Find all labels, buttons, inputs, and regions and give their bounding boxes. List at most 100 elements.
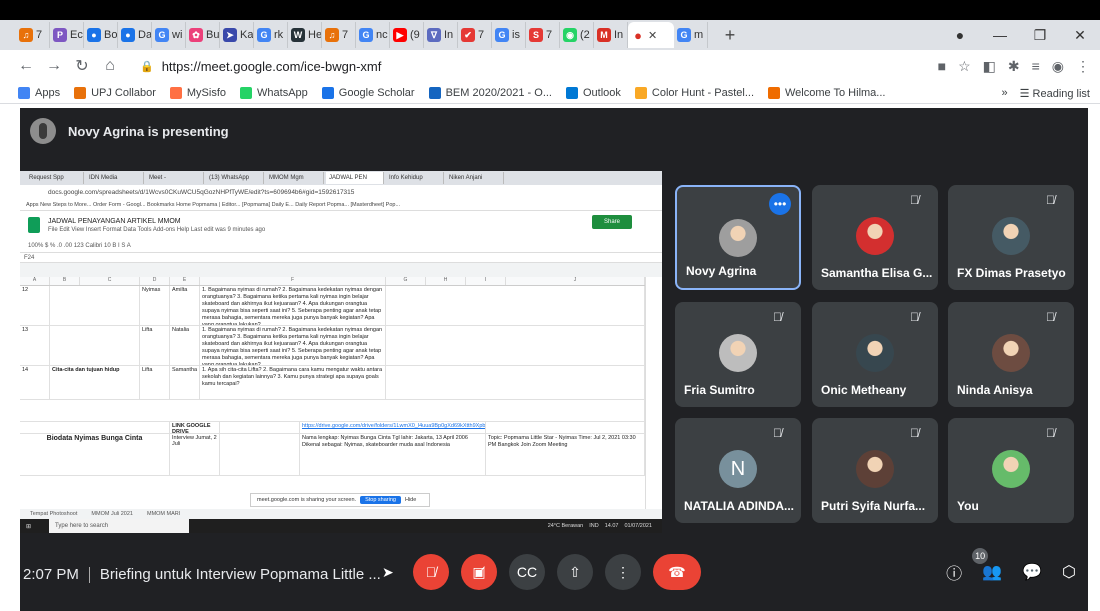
reading-mode-icon[interactable]: ≡ (1032, 58, 1040, 74)
tab-label: Da (138, 29, 152, 41)
shared-tab: Info Kehidup (386, 172, 444, 184)
tab-favicon-icon: ∇ (427, 28, 441, 42)
browser-tab[interactable]: ✿ Bu (186, 22, 220, 48)
bookmark-label: Apps (35, 86, 61, 99)
browser-tab[interactable]: W He (288, 22, 322, 48)
participant-avatar (992, 217, 1030, 255)
new-tab-button[interactable]: + (718, 25, 742, 46)
tab-favicon-icon: ♫ (19, 28, 33, 42)
browser-tab[interactable]: Gnc (356, 22, 390, 48)
browser-tab[interactable]: ➤ Ka (220, 22, 254, 48)
browser-tab[interactable]: ● Da (118, 22, 152, 48)
more-options-icon[interactable]: ••• (769, 193, 791, 215)
profile-avatar-icon[interactable]: ◉ (1052, 58, 1064, 75)
browser-tab[interactable]: ∇ In (424, 22, 458, 48)
participant-tile[interactable]: 🎙̸ N NATALIA ADINDA... (675, 418, 801, 523)
menu-kebab-icon[interactable]: ⋮ (1076, 58, 1090, 75)
tab-label: 7 (546, 29, 553, 41)
mic-muted-icon: 🎙̸ (773, 426, 782, 440)
close-window-button[interactable]: ✕ (1060, 27, 1100, 44)
sheet-tab: MMOM Juli 2021 (91, 511, 133, 517)
browser-tabstrip: ♫ 7 P Ec ● Bo ● Da Gwi ✿ Bu ➤ Ka Grk W He ♫ 7 Gnc ▶ (9 ∇ In ✔ 7 G… (0, 20, 1100, 50)
restore-button[interactable]: ❐ (1020, 27, 1060, 44)
reload-icon[interactable]: ↻ (68, 56, 96, 76)
lock-icon[interactable]: 🔒 (140, 60, 154, 73)
bookmark-star-icon[interactable]: ☆ (958, 58, 971, 75)
url-field[interactable]: 🔒 https://meet.google.com/ice-bwgn-xmf (140, 59, 381, 74)
mic-muted-icon: 🎙̸ (910, 193, 919, 207)
browser-tab[interactable]: ♫ 7 (16, 22, 50, 48)
bookmark-item[interactable]: Welcome To Hilma... (768, 86, 885, 99)
participant-tile[interactable]: 🎙̸ Samantha Elisa G... (812, 185, 938, 290)
reading-list-button[interactable]: ☰ Reading list (1020, 87, 1090, 100)
tab-favicon-icon: ◉ (563, 28, 577, 42)
camera-icon[interactable]: ■ (938, 58, 946, 74)
tab-favicon-icon: P (53, 28, 67, 42)
browser-tab[interactable]: ✔ 7 (458, 22, 492, 48)
chat-icon[interactable]: 💬 (1022, 562, 1042, 582)
bookmark-item[interactable]: Apps (18, 86, 61, 99)
captions-button[interactable]: CC (509, 554, 545, 590)
bio-text: Nama lengkap: Nyimas Bunga Cinta Tgl lah… (300, 434, 486, 475)
translate-icon[interactable]: ◧ (983, 58, 996, 75)
bookmark-item[interactable]: MySisfo (169, 86, 226, 99)
browser-tab[interactable]: ● Bo (84, 22, 118, 48)
minimize-button[interactable]: — (980, 27, 1020, 43)
browser-tab[interactable]: M In (594, 22, 628, 48)
more-bookmarks-icon[interactable]: » (1001, 87, 1007, 99)
participant-tile[interactable]: 🎙̸ You (948, 418, 1074, 523)
browser-tab[interactable]: Gis (492, 22, 526, 48)
browser-tab[interactable]: ▶ (9 (390, 22, 424, 48)
taskbar-search: Type here to search (49, 519, 190, 533)
participant-tile[interactable]: 🎙̸ FX Dimas Prasetyo (948, 185, 1074, 290)
bookmark-item[interactable]: BEM 2020/2021 - O... (428, 86, 552, 99)
tab-label: Ka (240, 29, 254, 41)
home-icon[interactable]: ⌂ (96, 57, 124, 75)
bookmark-item[interactable]: Google Scholar (321, 86, 415, 99)
row-writer: Lifta (140, 366, 170, 399)
window-controls: ● — ❐ ✕ (940, 20, 1100, 50)
tab-label: is (512, 29, 520, 41)
side-controls: ⓘ 10 👥 💬 ⬡ (946, 548, 1076, 584)
meeting-details-icon[interactable]: ⓘ (946, 560, 962, 584)
browser-tab[interactable]: ♫ 7 (322, 22, 356, 48)
mic-off-button[interactable]: 🎙̸ (413, 554, 449, 590)
browser-tab[interactable]: ◉ (2 (560, 22, 594, 48)
browser-tab[interactable]: S7 (526, 22, 560, 48)
activities-icon[interactable]: ⬡ (1062, 562, 1076, 582)
participant-tile[interactable]: 🎙̸ Putri Syifa Nurfa... (812, 418, 938, 523)
shared-spreadsheet-grid: ABCDEFGHIJ 12 Nyimas Amilta 1. Bagaimana… (20, 277, 645, 509)
browser-tab-active[interactable]: ● ✕ (628, 22, 674, 48)
camera-off-button[interactable]: ▣̸ (461, 554, 497, 590)
participant-tile[interactable]: 🎙̸ Fria Sumitro (675, 302, 801, 407)
participant-tile[interactable]: 🎙̸ Onic Metheany (812, 302, 938, 407)
row-questions: 1. Bagaimana nyimas di rumah? 2. Bagaima… (200, 286, 386, 325)
back-arrow-icon[interactable]: ← (12, 57, 40, 75)
bookmark-item[interactable]: WhatsApp (240, 86, 308, 99)
browser-tab[interactable]: Gm (674, 22, 708, 48)
tab-favicon-icon: ✔ (461, 28, 475, 42)
participant-tile[interactable]: ••• Novy Agrina (675, 185, 801, 290)
forward-arrow-icon[interactable]: → (40, 57, 68, 75)
browser-tab[interactable]: Gwi (152, 22, 186, 48)
close-tab-icon[interactable]: ✕ (648, 29, 657, 42)
bookmark-label: Outlook (582, 86, 621, 99)
bookmark-item[interactable]: Color Hunt - Pastel... (634, 86, 754, 99)
bookmark-item[interactable]: UPJ Collabor (74, 86, 156, 99)
browser-profile-icon[interactable]: ● (940, 27, 980, 43)
row-topic (50, 326, 140, 365)
present-button[interactable]: ⇧ (557, 554, 593, 590)
participant-avatar: N (719, 450, 757, 488)
url-text[interactable]: https://meet.google.com/ice-bwgn-xmf (162, 59, 382, 74)
browser-tab[interactable]: Grk (254, 22, 288, 48)
extensions-icon[interactable]: ✱ (1008, 58, 1020, 75)
participant-tile[interactable]: 🎙̸ Ninda Anisya (948, 302, 1074, 407)
browser-tab[interactable]: P Ec (50, 22, 84, 48)
people-button[interactable]: 10 👥 (972, 548, 1002, 582)
bookmark-item[interactable]: Outlook (565, 86, 621, 99)
bookmark-icon (428, 86, 441, 99)
more-options-button[interactable]: ⋮ (605, 554, 641, 590)
leave-call-button[interactable]: ☎ (653, 554, 701, 590)
tab-favicon-icon: G (257, 28, 271, 42)
shared-tab: (13) WhatsApp (206, 172, 264, 184)
